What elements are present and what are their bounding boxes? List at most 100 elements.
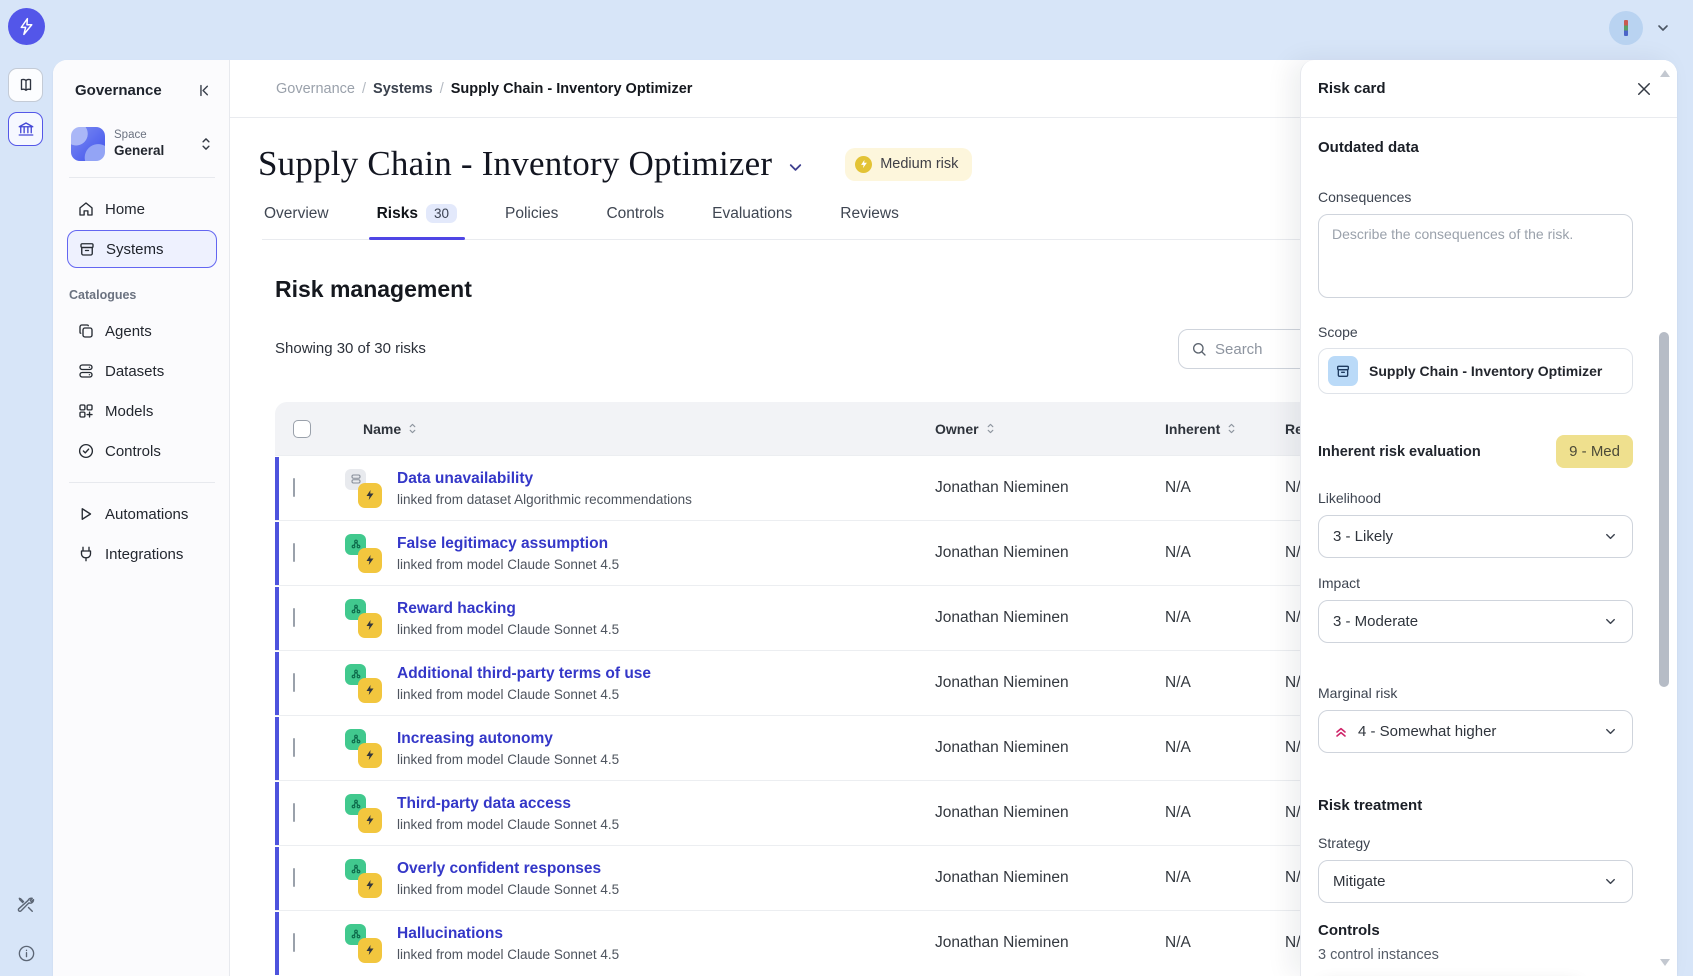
risk-badge-label: Medium risk <box>880 156 958 172</box>
space-switcher[interactable]: Space General <box>67 123 217 165</box>
column-header-owner[interactable]: Owner <box>935 421 1165 437</box>
tab-evaluations[interactable]: Evaluations <box>710 204 794 239</box>
risk-source-icon <box>345 599 383 638</box>
scope-field[interactable]: Supply Chain - Inventory Optimizer <box>1318 348 1633 394</box>
risk-bolt-icon <box>358 483 382 508</box>
sidebar-item-controls[interactable]: Controls <box>67 432 217 470</box>
sidebar-item-label: Automations <box>105 506 188 523</box>
risk-name-link[interactable]: Increasing autonomy <box>397 730 619 748</box>
agents-icon <box>77 322 95 340</box>
sidebar-item-datasets[interactable]: Datasets <box>67 352 217 390</box>
likelihood-value: 3 - Likely <box>1333 528 1393 545</box>
close-icon[interactable] <box>1635 80 1653 98</box>
tools-icon <box>16 895 36 915</box>
scope-label: Scope <box>1318 324 1633 340</box>
scope-value: Supply Chain - Inventory Optimizer <box>1369 363 1602 379</box>
risk-name-link[interactable]: False legitimacy assumption <box>397 535 619 553</box>
breadcrumb-governance[interactable]: Governance <box>276 81 355 97</box>
rail-docs-button[interactable] <box>8 68 43 102</box>
panel-scrollbar[interactable] <box>1658 70 1670 966</box>
row-checkbox[interactable] <box>293 543 295 562</box>
risk-owner: Jonathan Nieminen <box>935 934 1165 952</box>
row-checkbox[interactable] <box>293 673 295 692</box>
risk-name-link[interactable]: Third-party data access <box>397 795 619 813</box>
risk-name-link[interactable]: Additional third-party terms of use <box>397 665 651 683</box>
row-checkbox[interactable] <box>293 803 295 822</box>
sidebar-item-home[interactable]: Home <box>67 190 217 228</box>
risk-inherent: N/A <box>1165 609 1285 627</box>
column-header-name[interactable]: Name <box>337 421 935 437</box>
user-menu[interactable] <box>1609 11 1671 45</box>
home-icon <box>77 200 95 218</box>
column-header-inherent[interactable]: Inherent <box>1165 421 1285 437</box>
row-checkbox[interactable] <box>293 933 295 952</box>
sidebar-item-agents[interactable]: Agents <box>67 312 217 350</box>
risk-source-icon <box>345 794 383 833</box>
collapse-left-icon[interactable] <box>196 82 213 99</box>
breadcrumb-systems[interactable]: Systems <box>373 81 433 97</box>
brand-logo[interactable] <box>8 8 45 45</box>
tab-risks[interactable]: Risks 30 <box>375 204 459 239</box>
risk-inherent: N/A <box>1165 544 1285 562</box>
sidebar-item-models[interactable]: Models <box>67 392 217 430</box>
row-checkbox[interactable] <box>293 738 295 757</box>
panel-title: Risk card <box>1318 80 1386 97</box>
rail-tools-button[interactable] <box>16 895 36 915</box>
risk-owner: Jonathan Nieminen <box>935 609 1165 627</box>
tab-policies[interactable]: Policies <box>503 204 560 239</box>
risk-linked-from: linked from model Claude Sonnet 4.5 <box>397 557 619 572</box>
risk-source-icon <box>345 924 383 963</box>
risk-name-link[interactable]: Overly confident responses <box>397 860 619 878</box>
rail-info-button[interactable] <box>17 944 36 963</box>
risk-bolt-icon <box>358 613 382 638</box>
integrations-icon <box>77 545 95 563</box>
risk-bolt-icon <box>358 938 382 963</box>
risk-linked-from: linked from model Claude Sonnet 4.5 <box>397 752 619 767</box>
tab-reviews[interactable]: Reviews <box>838 204 901 239</box>
marginal-risk-select[interactable]: 4 - Somewhat higher <box>1318 710 1633 753</box>
automations-icon <box>77 505 95 523</box>
select-all-checkbox[interactable] <box>293 420 311 438</box>
impact-value: 3 - Moderate <box>1333 613 1418 630</box>
tab-controls[interactable]: Controls <box>604 204 666 239</box>
tab-overview[interactable]: Overview <box>262 204 331 239</box>
chevron-down-icon <box>1603 614 1618 629</box>
chevron-down-icon[interactable] <box>1655 20 1671 36</box>
risk-name-link[interactable]: Hallucinations <box>397 925 619 943</box>
inherent-eval-badge: 9 - Med <box>1556 435 1633 468</box>
marginal-risk-label: Marginal risk <box>1318 685 1633 701</box>
sidebar-item-automations[interactable]: Automations <box>67 495 217 533</box>
rail-governance-button[interactable] <box>8 112 43 146</box>
strategy-select[interactable]: Mitigate <box>1318 860 1633 903</box>
sidebar-item-label: Agents <box>105 323 152 340</box>
strategy-value: Mitigate <box>1333 873 1386 890</box>
risk-source-icon <box>345 729 383 768</box>
sidebar-item-integrations[interactable]: Integrations <box>67 535 217 573</box>
risk-name-link[interactable]: Data unavailability <box>397 470 692 488</box>
scroll-up-arrow[interactable] <box>1660 70 1670 77</box>
risk-bolt-icon <box>358 808 382 833</box>
risk-name-link[interactable]: Reward hacking <box>397 600 619 618</box>
scroll-thumb[interactable] <box>1659 332 1669 687</box>
row-checkbox[interactable] <box>293 608 295 627</box>
row-checkbox[interactable] <box>293 478 295 497</box>
consequences-label: Consequences <box>1318 189 1633 205</box>
avatar[interactable] <box>1609 11 1643 45</box>
sort-icon <box>985 422 996 435</box>
risk-card-risk-name: Outdated data <box>1318 139 1633 156</box>
title-chevron-down-icon[interactable] <box>786 158 805 177</box>
models-icon <box>77 402 95 420</box>
sidebar-item-label: Models <box>105 403 153 420</box>
impact-select[interactable]: 3 - Moderate <box>1318 600 1633 643</box>
row-checkbox[interactable] <box>293 868 295 887</box>
space-label: Space <box>114 129 190 143</box>
risk-bolt-icon <box>855 156 872 173</box>
divider <box>69 177 215 178</box>
likelihood-select[interactable]: 3 - Likely <box>1318 515 1633 558</box>
sidebar-item-systems[interactable]: Systems <box>67 230 217 268</box>
scroll-down-arrow[interactable] <box>1660 959 1670 966</box>
consequences-textarea[interactable] <box>1318 214 1633 298</box>
risk-linked-from: linked from model Claude Sonnet 4.5 <box>397 947 619 962</box>
chevron-down-icon <box>1603 529 1618 544</box>
governance-bank-icon <box>17 120 35 138</box>
